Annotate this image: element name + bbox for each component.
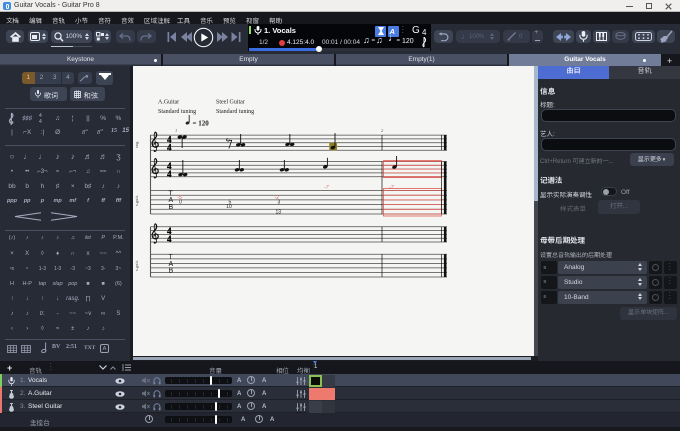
svg-text:4: 4: [167, 169, 172, 179]
svg-text:13: 13: [276, 209, 282, 215]
svg-text:Standard tuning: Standard tuning: [216, 109, 254, 115]
svg-text:4: 4: [167, 143, 172, 153]
svg-text:1: 1: [175, 128, 177, 133]
svg-text:sng.: sng.: [134, 141, 139, 148]
svg-text:= 120: = 120: [193, 120, 210, 128]
svg-text:Standard tuning: Standard tuning: [158, 109, 196, 115]
svg-text:-7: -7: [324, 185, 329, 191]
svg-text:0: 0: [179, 199, 182, 205]
svg-text:s.guit.: s.guit.: [134, 260, 139, 271]
svg-text:B: B: [169, 268, 174, 275]
svg-text:A.Guitar: A.Guitar: [158, 100, 179, 106]
svg-text:-7: -7: [389, 185, 394, 191]
svg-text:10: 10: [226, 204, 232, 210]
svg-text:B: B: [169, 204, 174, 211]
svg-text:s.guit.: s.guit.: [134, 195, 139, 206]
svg-text:Steel Guitar: Steel Guitar: [216, 100, 245, 106]
svg-text:2: 2: [381, 128, 384, 133]
svg-text:4: 4: [167, 234, 172, 244]
svg-text:3: 3: [278, 199, 281, 205]
